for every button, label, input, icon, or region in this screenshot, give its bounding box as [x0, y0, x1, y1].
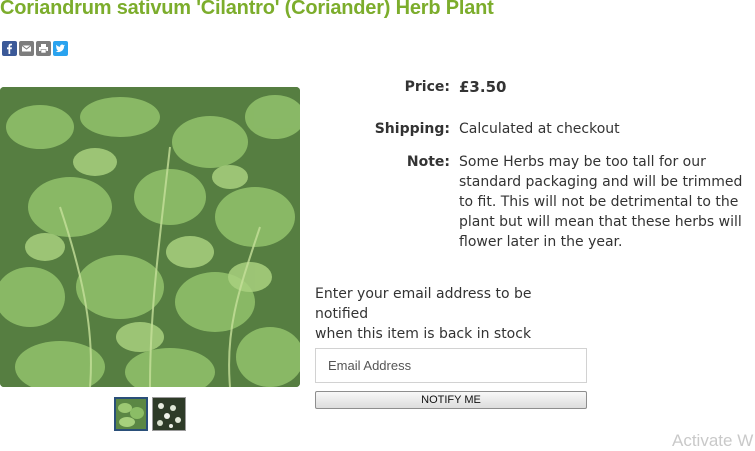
thumbnail-2[interactable]: [152, 397, 186, 431]
shipping-label: Shipping:: [374, 121, 450, 137]
price-label: Price:: [404, 79, 450, 95]
note-value: Some Herbs may be too tall for our stand…: [459, 154, 743, 250]
notify-message: Enter your email address to be notified …: [315, 284, 555, 344]
share-bar: [2, 41, 68, 56]
price-value: £3.50: [459, 78, 507, 96]
product-details: Price: £3.50 Shipping: Calculated at che…: [300, 77, 744, 252]
print-icon[interactable]: [36, 41, 51, 56]
thumbnail-1[interactable]: [114, 397, 148, 431]
twitter-icon[interactable]: [53, 41, 68, 56]
facebook-icon[interactable]: [2, 41, 17, 56]
notify-me-button[interactable]: NOTIFY ME: [315, 391, 587, 409]
product-image[interactable]: [0, 87, 300, 387]
email-icon[interactable]: [19, 41, 34, 56]
note-label: Note:: [406, 154, 450, 170]
activation-watermark: Activate W: [672, 431, 754, 450]
product-title: Coriandrum sativum 'Cilantro' (Coriander…: [0, 0, 494, 19]
email-field[interactable]: [315, 348, 587, 383]
shipping-value: Calculated at checkout: [459, 121, 620, 137]
notify-line-2: when this item is back in stock: [315, 326, 532, 342]
notify-line-1: Enter your email address to be notified: [315, 286, 532, 322]
thumbnail-strip: [114, 397, 186, 431]
